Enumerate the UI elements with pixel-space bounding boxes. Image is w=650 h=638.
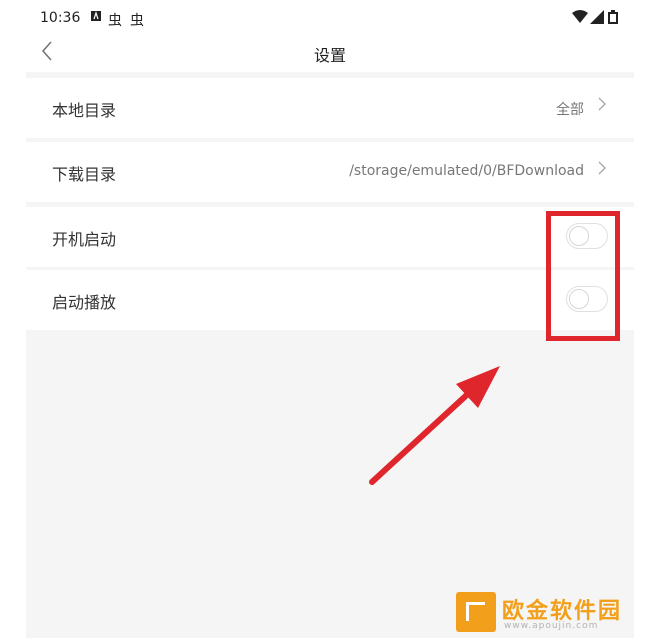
- annotation-arrow: [369, 366, 500, 485]
- watermark: 欧金软件园 www.apoujin.com: [456, 590, 640, 634]
- watermark-url: www.apoujin.com: [504, 621, 599, 631]
- watermark-logo-icon: [456, 592, 496, 632]
